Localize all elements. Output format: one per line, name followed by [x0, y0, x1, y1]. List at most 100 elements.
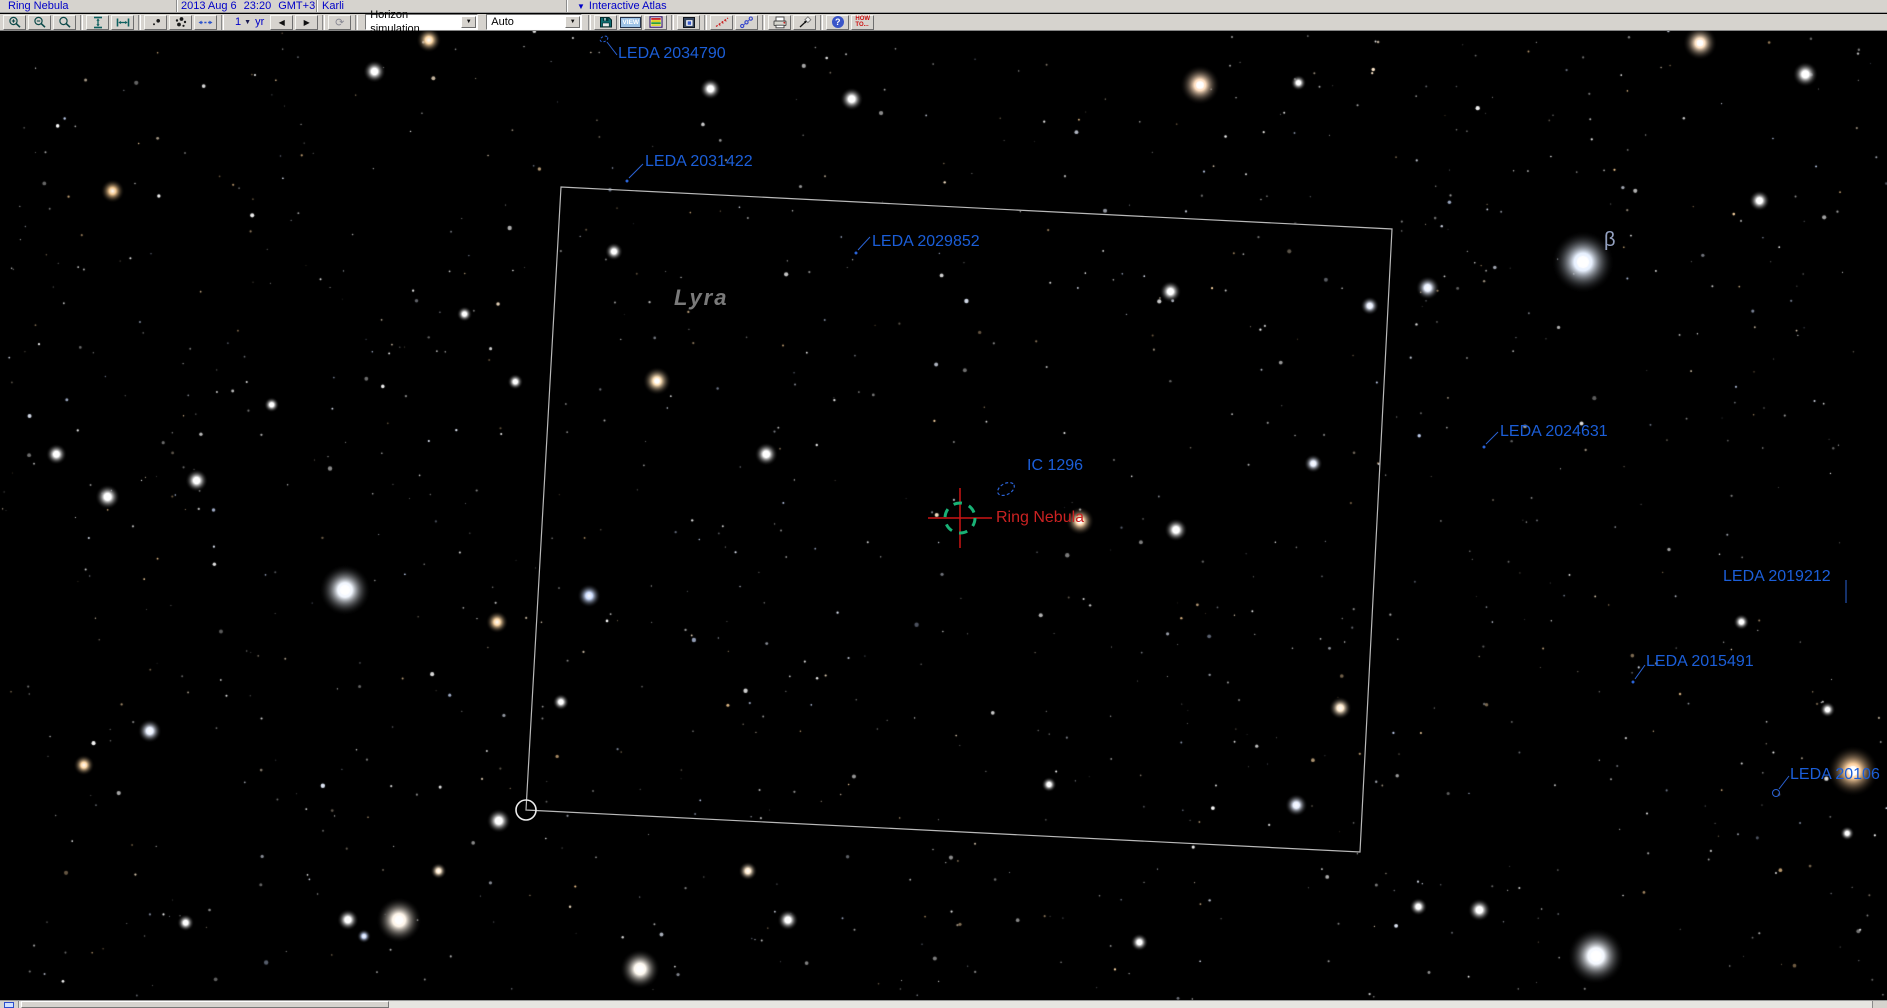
vertical-extent-icon [91, 16, 105, 29]
scroll-corner-button[interactable] [0, 1001, 19, 1008]
toolbar-separator [322, 15, 325, 30]
chevron-down-icon[interactable]: ▼ [461, 16, 476, 28]
time-value[interactable]: 23:20 [244, 0, 272, 12]
magnitude-select[interactable]: Auto ▼ [486, 14, 582, 30]
status-chart-button[interactable] [735, 15, 758, 30]
angular-ruler-button[interactable] [710, 15, 733, 30]
label-pointer-line [858, 237, 870, 250]
sky-label-ic-1296[interactable]: IC 1296 [1027, 457, 1083, 475]
step-back-icon: ◀ [279, 18, 285, 27]
magnitude-value: Auto [491, 15, 564, 29]
help-button[interactable]: ? [826, 15, 849, 30]
toolbar-separator [820, 15, 823, 30]
magic-wand-button[interactable] [793, 15, 816, 30]
label-pointer-line [1779, 776, 1789, 789]
window-icon [682, 16, 696, 29]
magnify-button[interactable] [53, 15, 76, 30]
pan-view-button[interactable] [194, 15, 217, 30]
horizontal-scrollbar[interactable] [19, 1001, 1872, 1008]
time-step-value[interactable]: 1 [235, 16, 241, 28]
chevron-down-icon[interactable]: ▼ [565, 16, 580, 28]
step-forward-icon: ▶ [304, 18, 310, 27]
sky-label-leda-2029852[interactable]: LEDA 2029852 [872, 233, 980, 251]
time-step-control[interactable]: 1 ▼ yr [235, 16, 264, 28]
toolbar-separator [355, 15, 358, 30]
field-width-button[interactable] [111, 15, 134, 30]
how-to-icon: HOWTO... [855, 16, 870, 28]
toolbar-separator [762, 15, 765, 30]
dotted-chart-icon [739, 16, 754, 29]
zoom-in-button[interactable] [3, 15, 26, 30]
scroll-right-button[interactable] [1872, 1001, 1887, 1008]
selected-object-name: Ring Nebula [8, 0, 69, 12]
sky-label-leda-2034790[interactable]: LEDA 2034790 [618, 45, 726, 63]
time-flow-icon: ⟳ [335, 16, 344, 29]
view-panel-button[interactable]: VIEW [619, 15, 642, 30]
angular-ruler-icon [714, 16, 730, 29]
atlas-selector[interactable]: ▼ Interactive Atlas [566, 0, 1887, 12]
galaxy-marker [1632, 681, 1635, 684]
timezone-value[interactable]: GMT+3 [278, 0, 315, 12]
sky-overlay [0, 31, 1887, 1000]
ic1296-ellipse-marker [995, 480, 1016, 498]
zoom-in-icon [8, 16, 22, 29]
sky-label-leda-2031422[interactable]: LEDA 2031422 [645, 153, 753, 171]
star-cluster-icon [173, 16, 188, 29]
magnifier-icon [58, 16, 72, 29]
toolbar-separator [221, 15, 224, 30]
star-dots-large-button[interactable] [169, 15, 192, 30]
galaxy-marker [1773, 790, 1780, 797]
color-stripes-icon [649, 16, 663, 28]
atlas-name: Interactive Atlas [589, 0, 667, 12]
info-bar: Ring Nebula 2013 Aug 6 23:20 GMT+3 Karli… [0, 0, 1887, 13]
step-back-button[interactable]: ◀ [270, 15, 293, 30]
toolbar-separator [671, 15, 674, 30]
help-icon: ? [832, 16, 844, 28]
view-panel-label: VIEW [620, 17, 641, 28]
toolbar-separator [80, 15, 83, 30]
wand-diamond-icon [798, 16, 812, 29]
galaxy-marker [599, 35, 608, 43]
toolbar-separator [588, 15, 591, 30]
time-step-unit: yr [255, 16, 264, 28]
target-label[interactable]: Ring Nebula [996, 509, 1084, 527]
horizontal-extent-icon [116, 16, 130, 29]
time-step-dropdown-icon[interactable]: ▼ [244, 19, 251, 26]
display-options-button[interactable] [644, 15, 667, 30]
zoom-out-button[interactable] [28, 15, 51, 30]
step-forward-button[interactable]: ▶ [295, 15, 318, 30]
sky-label-leda-2019212[interactable]: LEDA 2019212 [1723, 568, 1831, 586]
printer-icon [772, 16, 788, 29]
label-pointer-line [607, 42, 617, 55]
sky-label-leda-2024631[interactable]: LEDA 2024631 [1500, 423, 1608, 441]
save-button[interactable] [594, 15, 617, 30]
toolbar-separator [704, 15, 707, 30]
label-pointer-line [1635, 665, 1645, 679]
star-designation-label[interactable]: β [1604, 229, 1616, 252]
toolbar-separator [138, 15, 141, 30]
galaxy-marker [1483, 446, 1486, 449]
main-toolbar: 1 ▼ yr ◀ ▶ ⟳ Horizon simulation ▼ Auto ▼… [0, 14, 1887, 31]
sky-label-leda-2015491[interactable]: LEDA 2015491 [1646, 653, 1754, 671]
scrollbar-thumb[interactable] [21, 1001, 389, 1008]
time-flow-button[interactable]: ⟳ [328, 15, 351, 30]
galaxy-marker [855, 252, 858, 255]
star-dots-small-button[interactable] [144, 15, 167, 30]
floppy-disk-icon [599, 16, 613, 29]
sky-label-leda-20106[interactable]: LEDA 20106 [1790, 766, 1880, 784]
bottom-scrollbar-area [0, 1000, 1887, 1008]
print-button[interactable] [768, 15, 791, 30]
view-mode-select[interactable]: Horizon simulation ▼ [365, 14, 478, 30]
zoom-out-icon [33, 16, 47, 29]
sky-view[interactable]: LEDA 2034790 LEDA 2031422 LEDA 2029852 LEDA… [0, 31, 1887, 1000]
dashed-arrows-icon [198, 16, 213, 29]
label-pointer-line [1486, 432, 1498, 444]
window-button[interactable] [677, 15, 700, 30]
chevron-down-icon: ▼ [577, 2, 585, 11]
datetime-field[interactable]: 2013 Aug 6 23:20 GMT+3 [176, 0, 316, 12]
date-value[interactable]: 2013 Aug 6 [181, 0, 237, 12]
constellation-label-lyra[interactable]: Lyra [674, 285, 728, 311]
selected-object-field[interactable]: Ring Nebula [0, 0, 176, 12]
how-to-button[interactable]: HOWTO... [851, 15, 874, 30]
field-height-button[interactable] [86, 15, 109, 30]
